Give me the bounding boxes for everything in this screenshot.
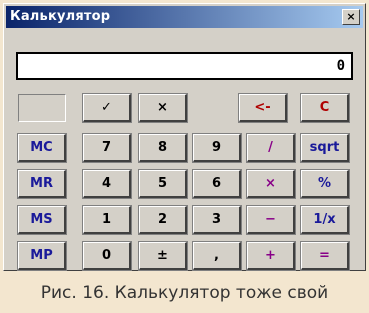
digit-9-button[interactable]: 9 [192,133,242,163]
mc-button[interactable]: MC [17,133,67,163]
calculator-window: Калькулятор × 0 ✓ × <- C MC 7 8 9 / sqrt… [3,3,366,271]
plus-minus-button[interactable]: ± [138,241,188,271]
mr-button[interactable]: MR [17,169,67,199]
plus-button[interactable]: + [246,241,296,271]
divide-button[interactable]: / [246,133,296,163]
blank-indicator [18,94,66,122]
display-value: 0 [336,58,345,74]
backspace-button[interactable]: <- [238,93,288,123]
title-bar: Калькулятор × [6,6,363,28]
close-button[interactable]: × [342,9,360,25]
ok-button[interactable]: ✓ [82,93,132,123]
clear-button[interactable]: C [300,93,350,123]
window-title: Калькулятор [10,9,111,24]
multiply-button[interactable]: × [246,169,296,199]
equals-button[interactable]: = [300,241,350,271]
cancel-button[interactable]: × [138,93,188,123]
minus-button[interactable]: − [246,205,296,235]
mp-button[interactable]: MP [17,241,67,271]
inverse-button[interactable]: 1/x [300,205,350,235]
percent-button[interactable]: % [300,169,350,199]
digit-1-button[interactable]: 1 [82,205,132,235]
digit-8-button[interactable]: 8 [138,133,188,163]
calculator-display: 0 [16,52,353,80]
digit-5-button[interactable]: 5 [138,169,188,199]
digit-3-button[interactable]: 3 [192,205,242,235]
figure-caption: Рис. 16. Калькулятор тоже свой [40,283,329,303]
digit-4-button[interactable]: 4 [82,169,132,199]
digit-7-button[interactable]: 7 [82,133,132,163]
digit-0-button[interactable]: 0 [82,241,132,271]
comma-button[interactable]: , [192,241,242,271]
digit-6-button[interactable]: 6 [192,169,242,199]
digit-2-button[interactable]: 2 [138,205,188,235]
ms-button[interactable]: MS [17,205,67,235]
sqrt-button[interactable]: sqrt [300,133,350,163]
